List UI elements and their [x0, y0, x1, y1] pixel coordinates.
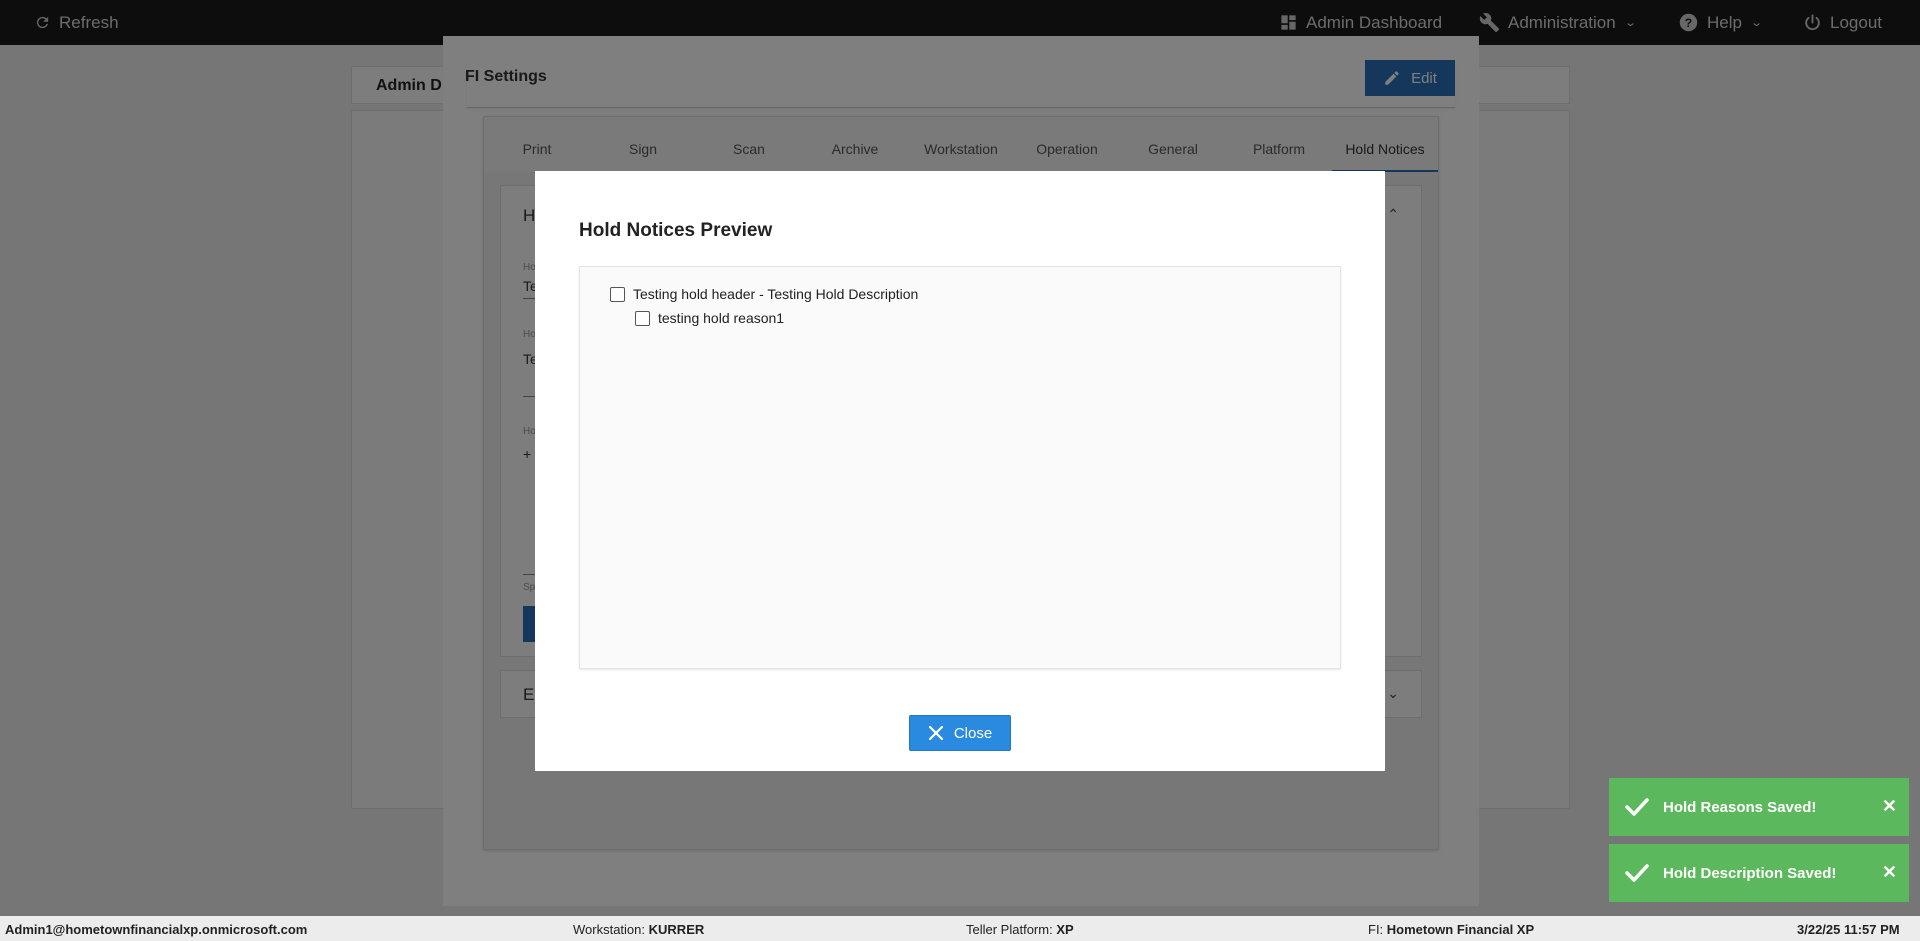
- status-user: Admin1@hometownfinancialxp.onmicrosoft.c…: [5, 922, 308, 937]
- status-platform: Teller Platform: XP: [966, 922, 1074, 937]
- toast-message: Hold Description Saved!: [1663, 864, 1837, 882]
- toast-hold-description-saved: Hold Description Saved! ✕: [1609, 844, 1909, 902]
- close-label: Close: [953, 724, 993, 742]
- platform-value: XP: [1056, 922, 1074, 937]
- workstation-label: Workstation:: [573, 922, 646, 937]
- toast-close-icon[interactable]: ✕: [1882, 796, 1897, 817]
- check-icon: [1625, 798, 1649, 816]
- toast-message: Hold Reasons Saved!: [1663, 798, 1817, 816]
- check-icon: [1625, 864, 1649, 882]
- status-datetime: 3/22/25 11:57 PM: [1797, 922, 1900, 937]
- toast-hold-reasons-saved: Hold Reasons Saved! ✕: [1609, 778, 1909, 836]
- fi-label: FI:: [1368, 922, 1384, 937]
- status-fi: FI: Hometown Financial XP: [1368, 922, 1534, 937]
- hold-header-label: Testing hold header - Testing Hold Descr…: [633, 286, 919, 302]
- fi-value: Hometown Financial XP: [1386, 922, 1535, 937]
- status-workstation: Workstation: KURRER: [573, 922, 704, 937]
- hold-reason-checkbox[interactable]: [635, 310, 650, 326]
- hold-header-item: Testing hold header - Testing Hold Descr…: [610, 286, 918, 302]
- hold-reason-item: testing hold reason1: [635, 310, 784, 326]
- preview-box: Testing hold header - Testing Hold Descr…: [579, 266, 1341, 669]
- hold-header-checkbox[interactable]: [610, 286, 625, 302]
- toast-close-icon[interactable]: ✕: [1882, 862, 1897, 883]
- workstation-value: KURRER: [648, 922, 705, 937]
- dialog-title: Hold Notices Preview: [579, 220, 773, 241]
- hold-notices-preview-dialog: Hold Notices Preview Testing hold header…: [535, 171, 1385, 771]
- platform-label: Teller Platform:: [966, 922, 1053, 937]
- close-button[interactable]: Close: [909, 715, 1011, 751]
- close-icon: [928, 725, 943, 741]
- status-bar: Admin1@hometownfinancialxp.onmicrosoft.c…: [0, 916, 1920, 941]
- hold-reason-label: testing hold reason1: [658, 310, 785, 326]
